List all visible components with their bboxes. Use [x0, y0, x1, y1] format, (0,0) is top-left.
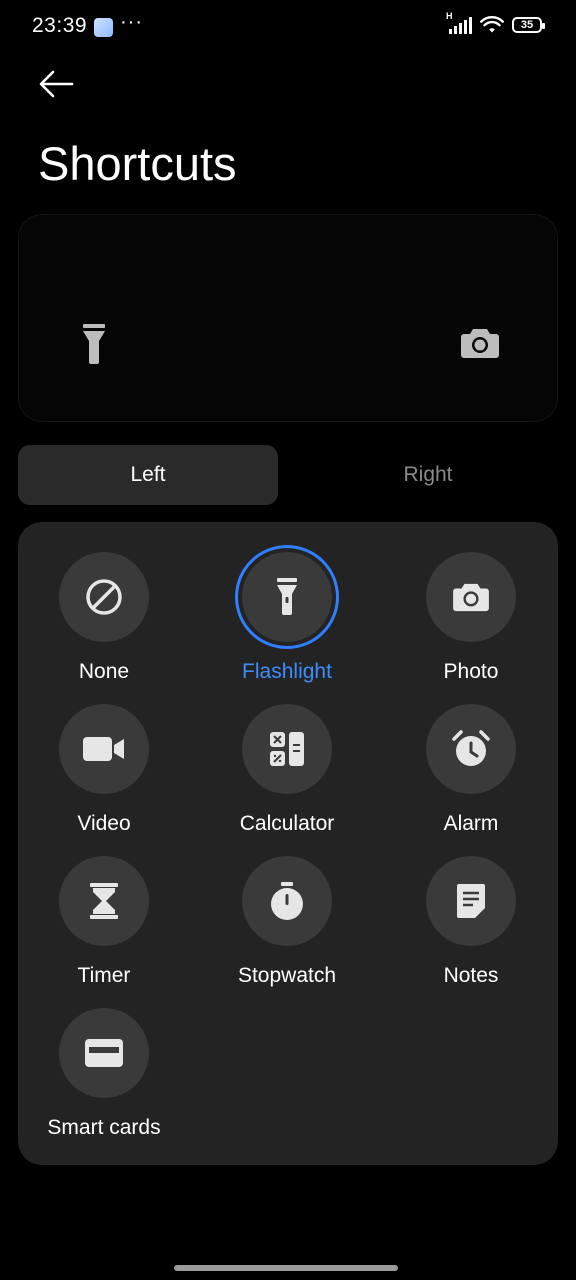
none-icon: [86, 579, 122, 615]
tab-right[interactable]: Right: [298, 445, 558, 505]
option-label: Calculator: [239, 812, 335, 835]
stopwatch-icon: [271, 882, 303, 920]
option-video[interactable]: Video: [14, 704, 194, 836]
page-title: Shortcuts: [38, 137, 237, 190]
option-label: Timer: [77, 964, 131, 987]
option-smart-cards[interactable]: Smart cards: [14, 1008, 194, 1140]
tab-left[interactable]: Left: [18, 445, 278, 505]
option-notes[interactable]: Notes: [381, 856, 561, 988]
video-icon: [83, 737, 124, 761]
option-label: Notes: [443, 964, 499, 987]
option-calculator[interactable]: Calculator: [197, 704, 377, 836]
status-bar: 23:39 ··· H 35: [0, 0, 576, 56]
option-stopwatch[interactable]: Stopwatch: [197, 856, 377, 988]
network-type: H: [446, 11, 453, 21]
option-label: Flashlight: [242, 660, 332, 683]
notes-icon: [457, 884, 485, 918]
option-photo[interactable]: Photo: [381, 552, 561, 684]
camera-icon: [453, 583, 489, 612]
home-indicator[interactable]: [174, 1265, 398, 1271]
option-alarm[interactable]: Alarm: [381, 704, 561, 836]
option-flashlight[interactable]: Flashlight: [197, 552, 377, 684]
more-notifications-icon: ···: [120, 11, 143, 33]
alarm-icon: [452, 730, 490, 766]
arrow-left-icon: [39, 70, 74, 98]
status-time: 23:39: [32, 14, 88, 37]
flashlight-icon: [277, 578, 297, 615]
card-icon: [85, 1039, 123, 1067]
hourglass-icon: [90, 883, 118, 919]
signal-icon: H: [446, 11, 472, 34]
flashlight-icon: [80, 322, 108, 371]
option-label: Stopwatch: [237, 964, 337, 987]
side-selector: Left Right: [18, 445, 558, 505]
option-timer[interactable]: Timer: [14, 856, 194, 988]
option-label: Alarm: [443, 812, 499, 835]
wifi-icon: [480, 16, 504, 33]
lockscreen-preview: [18, 214, 558, 422]
option-none[interactable]: None: [14, 552, 194, 684]
status-icons: H 35: [446, 11, 545, 34]
option-label: Smart cards: [47, 1116, 161, 1139]
calculator-icon: [270, 732, 304, 766]
back-button[interactable]: [36, 66, 76, 102]
camera-icon: [460, 326, 500, 365]
shortcut-options-panel: None Flashlight Photo Video Calculator A…: [18, 522, 558, 1165]
app-notification-icon: [94, 18, 113, 37]
shortcuts-screen: 23:39 ··· H 35 Shortcuts Left Right None…: [0, 0, 576, 1280]
option-label: None: [78, 660, 130, 683]
battery-icon: 35: [512, 17, 545, 33]
option-label: Photo: [443, 660, 499, 683]
option-label: Video: [77, 812, 131, 835]
